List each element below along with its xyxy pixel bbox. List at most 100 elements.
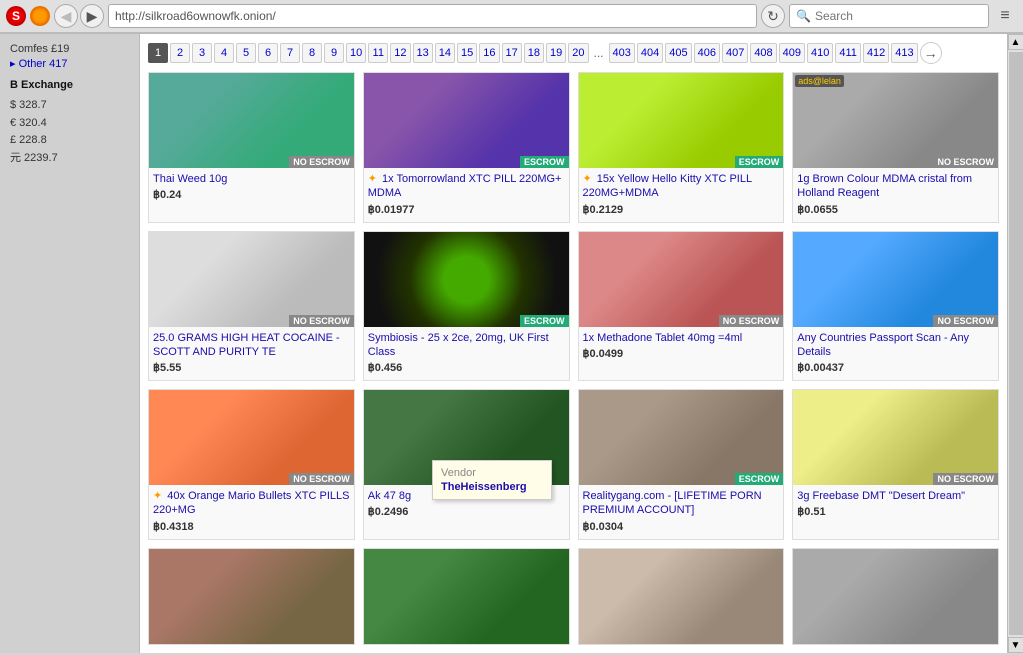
- product-image-8: NO ESCROW: [149, 390, 354, 485]
- exchange-title: B Exchange: [10, 79, 129, 91]
- product-info-6: 1x Methadone Tablet 40mg =4ml ฿0.0499: [579, 327, 784, 366]
- product-info-3: 1g Brown Colour MDMA cristal from Hollan…: [793, 168, 998, 222]
- nav-buttons: ◀ ▶: [54, 4, 104, 28]
- page-7[interactable]: 7: [280, 43, 300, 63]
- page-407[interactable]: 407: [722, 43, 748, 63]
- product-card-12[interactable]: [148, 548, 355, 645]
- rate-cny: 元 2239.7: [10, 150, 129, 168]
- product-image-0: NO ESCROW: [149, 73, 354, 168]
- verified-icon-2: ✦: [583, 173, 592, 185]
- product-image-13: [364, 549, 569, 644]
- verified-icon-1: ✦: [368, 173, 377, 185]
- product-card-0[interactable]: NO ESCROW Thai Weed 10g ฿0.24: [148, 72, 355, 223]
- rate-gbp: £ 228.8: [10, 132, 129, 150]
- page-410[interactable]: 410: [807, 43, 833, 63]
- page-16[interactable]: 16: [479, 43, 499, 63]
- page-20[interactable]: 20: [568, 43, 588, 63]
- product-price-1: ฿0.01977: [368, 203, 565, 216]
- page-10[interactable]: 10: [346, 43, 366, 63]
- ads-label: ads@lelan: [795, 75, 844, 87]
- product-card-3[interactable]: ads@lelan NO ESCROW 1g Brown Colour MDMA…: [792, 72, 999, 223]
- sidebar: Comfes £19 ▸ Other 417 B Exchange $ 328.…: [0, 34, 140, 653]
- product-info-5: Symbiosis - 25 x 2ce, 20mg, UK First Cla…: [364, 327, 569, 381]
- page-406[interactable]: 406: [694, 43, 720, 63]
- product-card-8[interactable]: NO ESCROW ✦ 40x Orange Mario Bullets XTC…: [148, 389, 355, 540]
- page-13[interactable]: 13: [413, 43, 433, 63]
- scrollbar: ▲ ▼: [1007, 34, 1023, 653]
- page-11[interactable]: 11: [368, 43, 388, 63]
- product-card-13[interactable]: [363, 548, 570, 645]
- page-4[interactable]: 4: [214, 43, 234, 63]
- product-image-2: ESCROW: [579, 73, 784, 168]
- product-image-7: NO ESCROW: [793, 232, 998, 327]
- browser-chrome: S ◀ ▶ ↻ 🔍 ≡: [0, 0, 1023, 34]
- page-18[interactable]: 18: [524, 43, 544, 63]
- sidebar-item-other-arrow: ▸: [10, 58, 19, 70]
- product-card-10[interactable]: ESCROW Realitygang.com - [LIFETIME PORN …: [578, 389, 785, 540]
- product-card-1[interactable]: ESCROW ✦ 1x Tomorrowland XTC PILL 220MG+…: [363, 72, 570, 223]
- product-title-1: ✦ 1x Tomorrowland XTC PILL 220MG+ MDMA: [368, 172, 565, 201]
- vendor-tooltip: Vendor TheHeissenberg: [432, 460, 552, 500]
- page-409[interactable]: 409: [779, 43, 805, 63]
- product-price-9: ฿0.2496: [368, 505, 565, 518]
- product-card-7[interactable]: NO ESCROW Any Countries Passport Scan - …: [792, 231, 999, 382]
- page-14[interactable]: 14: [435, 43, 455, 63]
- page-12[interactable]: 12: [390, 43, 410, 63]
- sidebar-item-other[interactable]: ▸ Other 417: [10, 56, 129, 71]
- page-3[interactable]: 3: [192, 43, 212, 63]
- product-card-2[interactable]: ESCROW ✦ 15x Yellow Hello Kitty XTC PILL…: [578, 72, 785, 223]
- page-6[interactable]: 6: [258, 43, 278, 63]
- product-card-9[interactable]: Ak 47 8g ฿0.2496 Vendor TheHeissenberg: [363, 389, 570, 540]
- content-area[interactable]: 1 2 3 4 5 6 7 8 9 10 11 12 13 14 15 16 1…: [140, 34, 1007, 653]
- refresh-button[interactable]: ↻: [761, 4, 785, 28]
- product-card-15[interactable]: [792, 548, 999, 645]
- page-403[interactable]: 403: [609, 43, 635, 63]
- page-8[interactable]: 8: [302, 43, 322, 63]
- product-title-5: Symbiosis - 25 x 2ce, 20mg, UK First Cla…: [368, 331, 565, 360]
- product-title-2: ✦ 15x Yellow Hello Kitty XTC PILL 220MG+…: [583, 172, 780, 201]
- escrow-badge-10: ESCROW: [735, 473, 784, 485]
- page-5[interactable]: 5: [236, 43, 256, 63]
- next-page-button[interactable]: →: [920, 42, 942, 64]
- product-card-11[interactable]: NO ESCROW 3g Freebase DMT "Desert Dream"…: [792, 389, 999, 540]
- escrow-badge-7: NO ESCROW: [933, 315, 998, 327]
- product-card-5[interactable]: ESCROW Symbiosis - 25 x 2ce, 20mg, UK Fi…: [363, 231, 570, 382]
- search-input[interactable]: [815, 9, 982, 23]
- menu-icon: ≡: [1000, 7, 1009, 25]
- page-2[interactable]: 2: [170, 43, 190, 63]
- page-413[interactable]: 413: [891, 43, 917, 63]
- page-408[interactable]: 408: [750, 43, 776, 63]
- product-card-6[interactable]: NO ESCROW 1x Methadone Tablet 40mg =4ml …: [578, 231, 785, 382]
- page-9[interactable]: 9: [324, 43, 344, 63]
- product-image-15: [793, 549, 998, 644]
- back-icon: ◀: [61, 8, 72, 25]
- page-19[interactable]: 19: [546, 43, 566, 63]
- page-404[interactable]: 404: [637, 43, 663, 63]
- page-405[interactable]: 405: [665, 43, 691, 63]
- address-bar[interactable]: [108, 4, 757, 28]
- forward-icon: ▶: [87, 8, 98, 25]
- scroll-down-button[interactable]: ▼: [1008, 637, 1023, 653]
- menu-button[interactable]: ≡: [993, 4, 1017, 28]
- page-1[interactable]: 1: [148, 43, 168, 63]
- browser-toolbar: S ◀ ▶ ↻ 🔍 ≡: [0, 0, 1023, 33]
- vendor-name: TheHeissenberg: [441, 481, 543, 493]
- product-title-3: 1g Brown Colour MDMA cristal from Hollan…: [797, 172, 994, 201]
- product-title-10: Realitygang.com - [LIFETIME PORN PREMIUM…: [583, 489, 780, 518]
- page-17[interactable]: 17: [502, 43, 522, 63]
- scroll-thumb[interactable]: [1009, 52, 1023, 635]
- product-price-3: ฿0.0655: [797, 203, 994, 216]
- vendor-label: Vendor: [441, 467, 543, 479]
- forward-button[interactable]: ▶: [80, 4, 104, 28]
- exchange-rates: $ 328.7 € 320.4 £ 228.8 元 2239.7: [10, 97, 129, 167]
- product-image-3: ads@lelan NO ESCROW: [793, 73, 998, 168]
- product-card-14[interactable]: [578, 548, 785, 645]
- scroll-up-button[interactable]: ▲: [1008, 34, 1023, 50]
- product-card-4[interactable]: NO ESCROW 25.0 GRAMS HIGH HEAT COCAINE -…: [148, 231, 355, 382]
- page-412[interactable]: 412: [863, 43, 889, 63]
- page-411[interactable]: 411: [835, 43, 861, 63]
- search-bar[interactable]: 🔍: [789, 4, 989, 28]
- product-price-2: ฿0.2129: [583, 203, 780, 216]
- page-15[interactable]: 15: [457, 43, 477, 63]
- back-button[interactable]: ◀: [54, 4, 78, 28]
